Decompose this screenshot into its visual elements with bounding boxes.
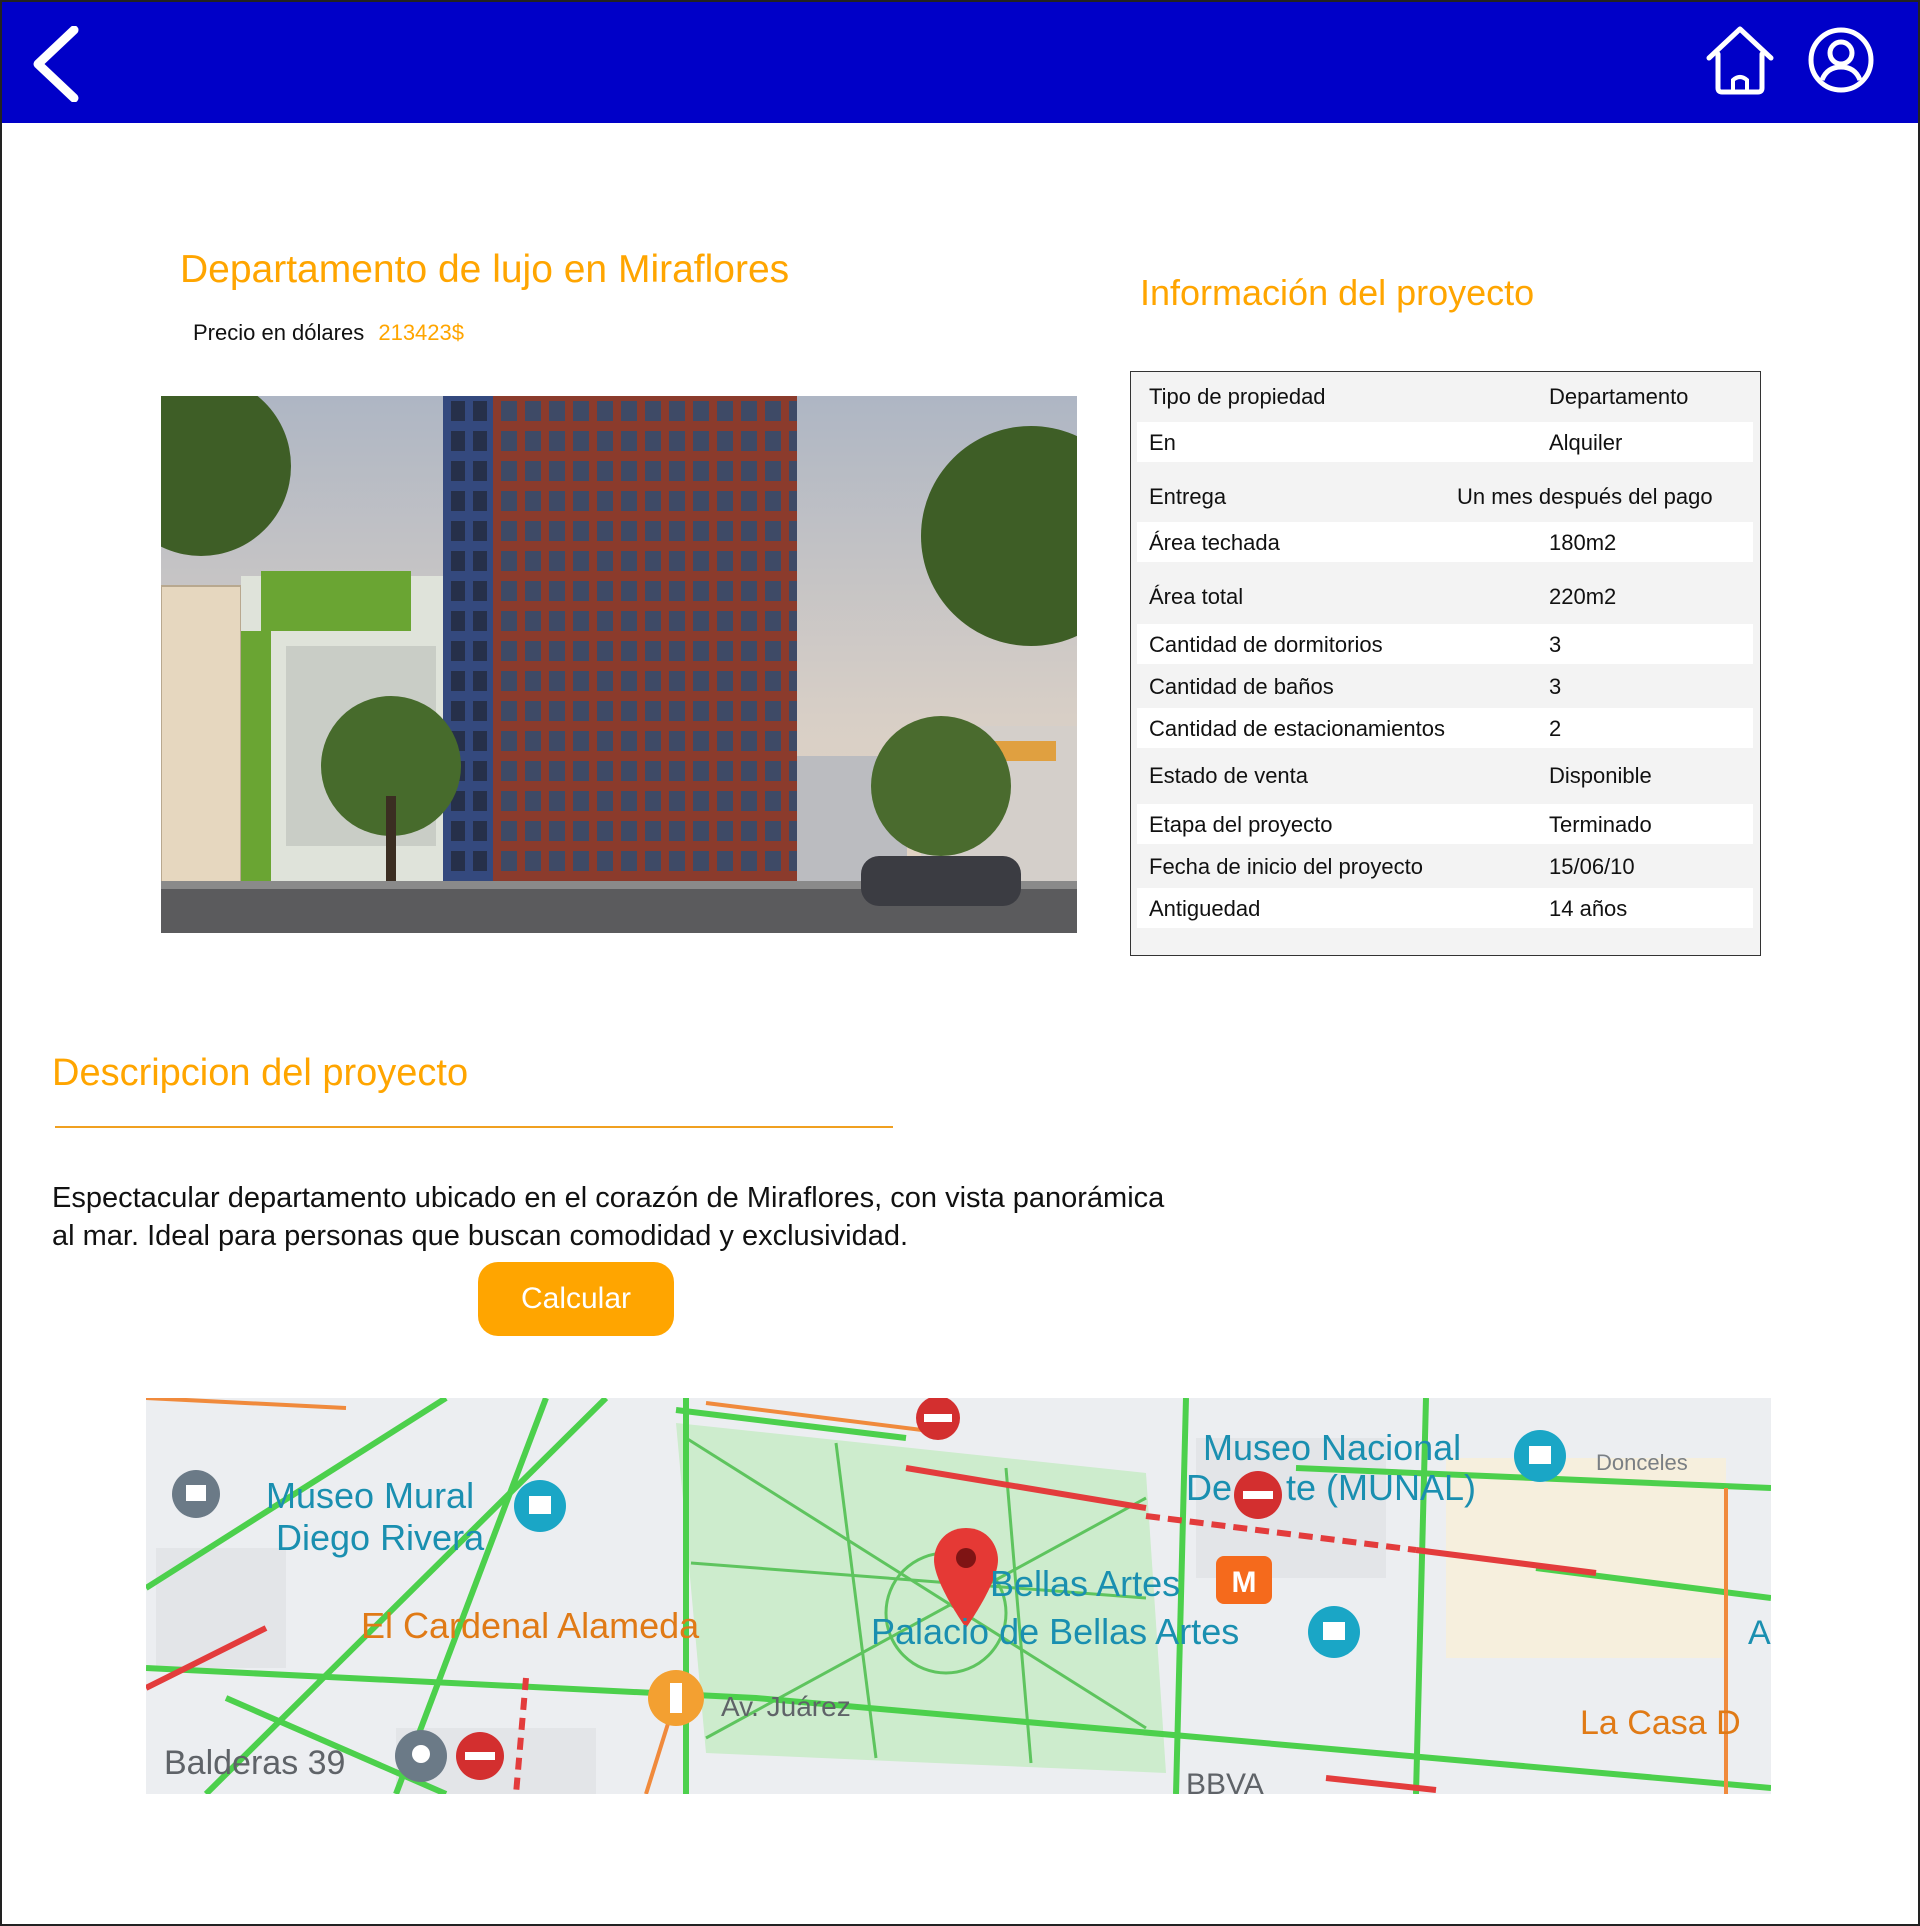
- location-pin-grey-icon: [395, 1730, 447, 1782]
- location-map[interactable]: M Museo Mural Diego Rivera Museo Naciona…: [146, 1398, 1771, 1794]
- table-row: Área total 220m2: [1137, 576, 1753, 616]
- map-label-bbva: BBVA: [1186, 1768, 1264, 1794]
- row-value: 220m2: [1549, 584, 1617, 609]
- row-value: 15/06/10: [1549, 854, 1635, 879]
- table-row: Cantidad de dormitorios 3: [1137, 624, 1753, 664]
- map-label-munal-1: Museo Nacional: [1203, 1427, 1461, 1468]
- map-label-palacio: Palacio de Bellas Artes: [871, 1611, 1239, 1652]
- row-label: Cantidad de dormitorios: [1149, 632, 1383, 657]
- chevron-left-icon: [33, 25, 79, 103]
- row-value: 14 años: [1549, 896, 1628, 921]
- table-row: Entrega Un mes después del pago: [1137, 476, 1753, 516]
- table-row: En Alquiler: [1137, 422, 1753, 462]
- row-value: Departamento: [1549, 384, 1689, 409]
- table-row: Área techada 180m2: [1137, 522, 1753, 562]
- restaurant-icon: [648, 1670, 704, 1726]
- home-icon: [1706, 26, 1774, 95]
- property-photo: [161, 396, 1077, 933]
- user-circle-icon: [1808, 27, 1874, 93]
- map-label-balderas: Balderas 39: [164, 1744, 345, 1782]
- map-label-munal-3: te (MUNAL): [1286, 1467, 1476, 1508]
- row-value: 2: [1549, 716, 1562, 741]
- description-title: Descripcion del proyecto: [52, 1052, 469, 1094]
- map-label-munal-2: De: [1186, 1467, 1232, 1508]
- row-label: En: [1149, 430, 1176, 455]
- row-value: Disponible: [1549, 763, 1652, 788]
- row-label: Tipo de propiedad: [1149, 384, 1326, 409]
- row-label: Antiguedad: [1149, 896, 1261, 921]
- map-label-edge: A: [1748, 1614, 1771, 1652]
- map-label-bellas-artes: Bellas Artes: [990, 1563, 1180, 1604]
- home-button[interactable]: [1705, 24, 1775, 96]
- map-label-la-casa: La Casa D: [1580, 1704, 1741, 1742]
- row-label: Estado de venta: [1149, 763, 1309, 788]
- row-value: Un mes después del pago: [1457, 484, 1713, 509]
- table-row: Fecha de inicio del proyecto 15/06/10: [1137, 846, 1753, 886]
- row-label: Cantidad de baños: [1149, 674, 1334, 699]
- listing-title: Departamento de lujo en Miraflores: [180, 248, 790, 291]
- map-label-diego-rivera: Diego Rivera: [276, 1517, 485, 1558]
- table-row: Cantidad de baños 3: [1137, 666, 1753, 706]
- row-value: Alquiler: [1549, 430, 1623, 455]
- metro-icon: M: [1216, 1556, 1272, 1604]
- row-label: Cantidad de estacionamientos: [1149, 716, 1445, 741]
- table-row: Estado de venta Disponible: [1137, 755, 1753, 795]
- map-label-museo-mural: Museo Mural: [266, 1475, 474, 1516]
- row-value: 3: [1549, 632, 1562, 657]
- row-label: Área total: [1149, 584, 1244, 609]
- table-row: Antiguedad 14 años: [1137, 888, 1753, 928]
- description-divider: [55, 1126, 893, 1128]
- price-value: 213423$: [378, 320, 464, 345]
- price-line: Precio en dólares 213423$: [193, 320, 464, 346]
- back-button[interactable]: [30, 25, 90, 103]
- map-label-av-juarez: Av. Juárez: [721, 1691, 851, 1722]
- description-text: Espectacular departamento ubicado en el …: [52, 1182, 1165, 1252]
- map-label-donceles: Donceles: [1596, 1450, 1688, 1475]
- info-section-title: Información del proyecto: [1140, 272, 1535, 313]
- table-row: Tipo de propiedad Departamento: [1137, 376, 1753, 416]
- row-value: Terminado: [1549, 812, 1652, 837]
- map-label-cardenal: El Cardenal Alameda: [361, 1605, 700, 1646]
- row-label: Entrega: [1149, 484, 1227, 509]
- row-label: Etapa del proyecto: [1149, 812, 1333, 837]
- top-navigation-bar: [2, 2, 1918, 123]
- svg-text:M: M: [1232, 1566, 1257, 1599]
- profile-button[interactable]: [1807, 26, 1875, 94]
- row-value: 3: [1549, 674, 1562, 699]
- project-info-table: Tipo de propiedad Departamento En Alquil…: [1130, 371, 1761, 956]
- row-value: 180m2: [1549, 530, 1617, 555]
- table-row: Cantidad de estacionamientos 2: [1137, 708, 1753, 748]
- price-label: Precio en dólares: [193, 320, 365, 345]
- table-row: Etapa del proyecto Terminado: [1137, 804, 1753, 844]
- row-label: Área techada: [1149, 530, 1280, 555]
- calculate-button[interactable]: Calcular: [478, 1262, 674, 1336]
- row-label: Fecha de inicio del proyecto: [1149, 854, 1423, 879]
